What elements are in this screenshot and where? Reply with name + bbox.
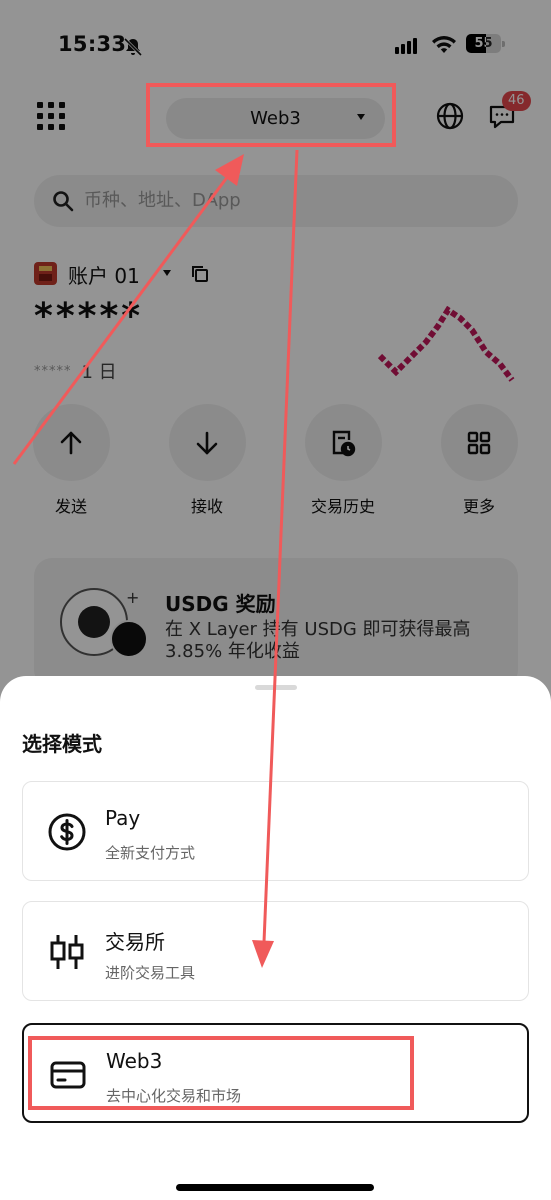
option-title: 交易所 — [105, 930, 165, 954]
option-subtitle: 进阶交易工具 — [105, 964, 196, 982]
dollar-circle-icon — [48, 813, 86, 851]
option-subtitle: 全新支付方式 — [105, 844, 196, 862]
sheet-title: 选择模式 — [22, 732, 102, 756]
sheet-grabber-handle[interactable] — [255, 685, 297, 690]
mode-select-sheet: 选择模式 Pay 全新支付方式 交易所 进阶交易工具 Web3 去中心化交易和市… — [0, 676, 551, 1200]
wallet-card-icon — [50, 1061, 86, 1089]
candlestick-icon — [50, 935, 84, 969]
mode-option-exchange[interactable]: 交易所 进阶交易工具 — [22, 901, 529, 1001]
mode-option-web3[interactable]: Web3 去中心化交易和市场 — [22, 1023, 529, 1123]
option-title: Pay — [105, 806, 141, 830]
home-indicator — [176, 1184, 374, 1191]
option-title: Web3 — [106, 1049, 163, 1073]
mode-option-pay[interactable]: Pay 全新支付方式 — [22, 781, 529, 881]
option-subtitle: 去中心化交易和市场 — [106, 1087, 242, 1105]
